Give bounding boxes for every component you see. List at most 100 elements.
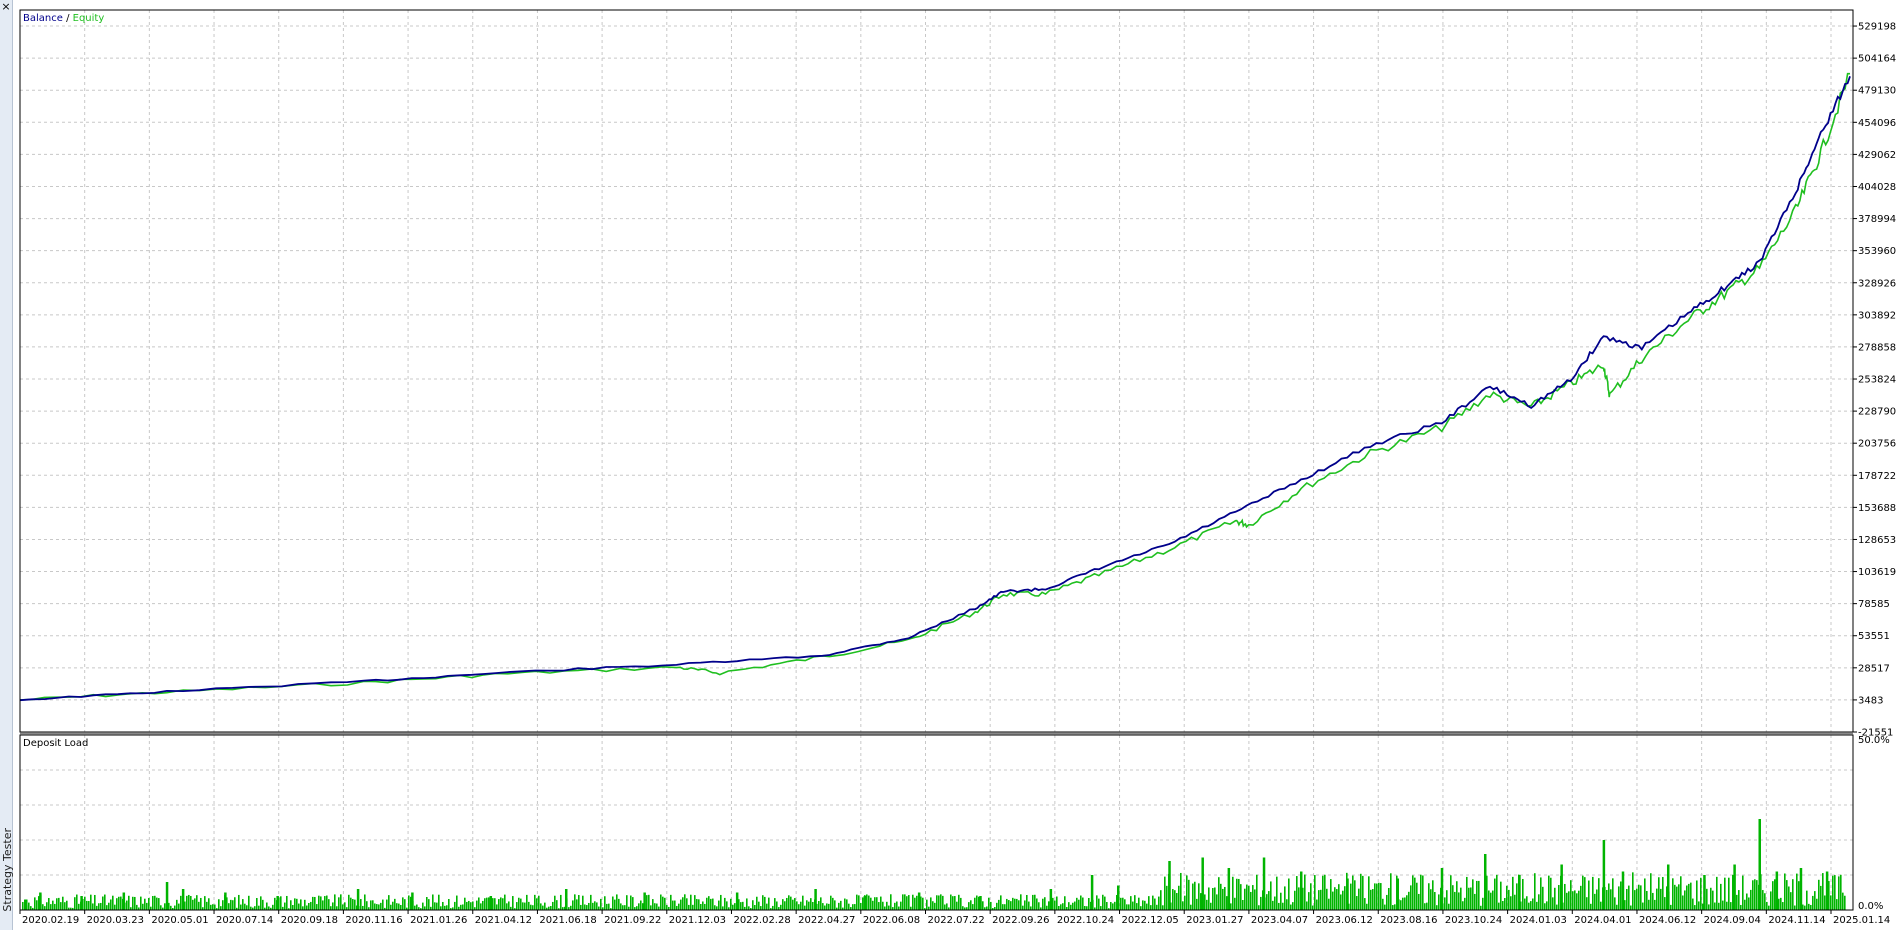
deposit-load-bar bbox=[354, 899, 356, 910]
deposit-load-bar bbox=[262, 899, 264, 910]
deposit-load-bar bbox=[316, 904, 318, 910]
deposit-load-bar bbox=[608, 903, 610, 910]
deposit-load-bar bbox=[640, 900, 642, 910]
deposit-load-bar bbox=[800, 901, 802, 910]
deposit-load-bar bbox=[394, 898, 396, 910]
deposit-load-bar bbox=[1136, 903, 1138, 910]
deposit-load-bar bbox=[1700, 877, 1702, 910]
deposit-load-bar bbox=[786, 897, 788, 910]
x-tick-label: 2022.07.22 bbox=[928, 915, 985, 926]
deposit-load-bar bbox=[1710, 887, 1712, 910]
deposit-load-bar bbox=[396, 903, 398, 910]
deposit-load-bar bbox=[834, 900, 836, 910]
deposit-load-bar bbox=[1274, 896, 1276, 910]
deposit-load-bar bbox=[1220, 883, 1222, 910]
y-tick-label: 78585 bbox=[1858, 599, 1890, 610]
deposit-load-bar bbox=[276, 900, 278, 910]
deposit-load-bar bbox=[876, 897, 878, 910]
deposit-load-bar bbox=[660, 894, 662, 910]
deposit-load-bar bbox=[534, 894, 536, 910]
deposit-load-bar bbox=[692, 904, 694, 910]
deposit-load-bar bbox=[1810, 904, 1812, 910]
deposit-load-bar bbox=[1262, 890, 1264, 910]
deposit-load-bar bbox=[1014, 898, 1016, 910]
deposit-load-bar bbox=[194, 898, 196, 910]
deposit-load-bar bbox=[40, 894, 42, 910]
deposit-load-bar bbox=[1290, 904, 1292, 910]
deposit-load-bar bbox=[710, 898, 712, 910]
deposit-load-bar bbox=[1776, 899, 1778, 910]
deposit-load-bar bbox=[516, 902, 518, 910]
deposit-load-bar bbox=[506, 903, 508, 910]
deposit-load-bar bbox=[886, 901, 888, 910]
deposit-load-bar bbox=[410, 896, 412, 910]
deposit-load-bar bbox=[1072, 902, 1074, 910]
deposit-load-bar bbox=[1028, 901, 1030, 910]
deposit-load-bar bbox=[1360, 873, 1362, 910]
deposit-load-bar bbox=[512, 896, 514, 910]
deposit-load-bar bbox=[1552, 897, 1554, 910]
deposit-load-bar bbox=[1116, 894, 1118, 910]
deposit-load-bar bbox=[868, 895, 870, 910]
deposit-load-bar bbox=[938, 895, 940, 910]
deposit-load-bar bbox=[388, 895, 390, 910]
deposit-load-bar bbox=[134, 896, 136, 910]
deposit-load-bar bbox=[1012, 897, 1014, 910]
deposit-load-bar bbox=[1364, 898, 1366, 910]
deposit-load-bar bbox=[1746, 893, 1748, 910]
deposit-load-bar bbox=[1554, 887, 1556, 910]
deposit-load-bar bbox=[1658, 877, 1660, 910]
x-tick-label: 2023.10.24 bbox=[1445, 915, 1502, 926]
deposit-load-bar bbox=[1718, 902, 1720, 910]
deposit-load-bar bbox=[624, 905, 626, 910]
deposit-load-bar bbox=[808, 901, 810, 910]
deposit-load-bar bbox=[1762, 890, 1764, 910]
deposit-load-bar bbox=[1822, 873, 1824, 910]
deposit-load-bar bbox=[178, 903, 180, 910]
deposit-load-bar bbox=[1426, 902, 1428, 910]
y-tick-label: 454096 bbox=[1858, 118, 1896, 129]
y-tick-label: 328926 bbox=[1858, 278, 1896, 289]
deposit-load-bar bbox=[1568, 891, 1570, 910]
deposit-load-bar bbox=[78, 903, 80, 910]
deposit-load-bar bbox=[1392, 905, 1394, 910]
deposit-load-bar bbox=[1078, 899, 1080, 910]
deposit-load-bar bbox=[820, 897, 822, 910]
deposit-load-bar bbox=[98, 903, 100, 910]
deposit-load-bar bbox=[1314, 875, 1316, 910]
x-tick-label: 2021.01.26 bbox=[410, 915, 467, 926]
deposit-load-bar bbox=[962, 906, 964, 910]
deposit-load-bar bbox=[258, 905, 260, 910]
deposit-load-bar bbox=[1678, 884, 1680, 910]
deposit-load-bar bbox=[1416, 882, 1418, 910]
deposit-load-bar bbox=[244, 903, 246, 910]
deposit-load-bar bbox=[136, 904, 138, 910]
deposit-load-bar bbox=[1546, 901, 1548, 910]
x-tick-label: 2021.06.18 bbox=[539, 915, 596, 926]
deposit-load-bar bbox=[1498, 902, 1500, 910]
deposit-load-bar bbox=[144, 898, 146, 910]
deposit-load-bar bbox=[754, 905, 756, 910]
deposit-load-bar bbox=[1092, 899, 1094, 910]
deposit-load-bar bbox=[334, 894, 336, 910]
deposit-load-bar bbox=[76, 894, 78, 910]
deposit-load-bar bbox=[1634, 890, 1636, 910]
deposit-load-bar bbox=[954, 896, 956, 910]
deposit-load-bar bbox=[82, 898, 84, 910]
deposit-load-bar bbox=[1506, 885, 1508, 910]
deposit-load-bar bbox=[1470, 887, 1472, 910]
deposit-load-bar bbox=[704, 903, 706, 910]
balance-line bbox=[19, 76, 1851, 702]
deposit-load-bar bbox=[1504, 897, 1506, 910]
deposit-load-bar bbox=[428, 899, 430, 910]
x-tick-label: 2022.10.24 bbox=[1057, 915, 1114, 926]
deposit-load-bar bbox=[362, 905, 364, 910]
deposit-load-bar bbox=[1088, 897, 1090, 910]
deposit-load-bar bbox=[358, 906, 360, 910]
deposit-load-bar bbox=[1368, 876, 1370, 910]
deposit-load-bar bbox=[578, 895, 580, 910]
deposit-load-bar bbox=[324, 896, 326, 910]
deposit-load-bar bbox=[616, 894, 618, 910]
deposit-load-bar bbox=[1646, 890, 1648, 910]
deposit-load-bar bbox=[332, 902, 334, 910]
